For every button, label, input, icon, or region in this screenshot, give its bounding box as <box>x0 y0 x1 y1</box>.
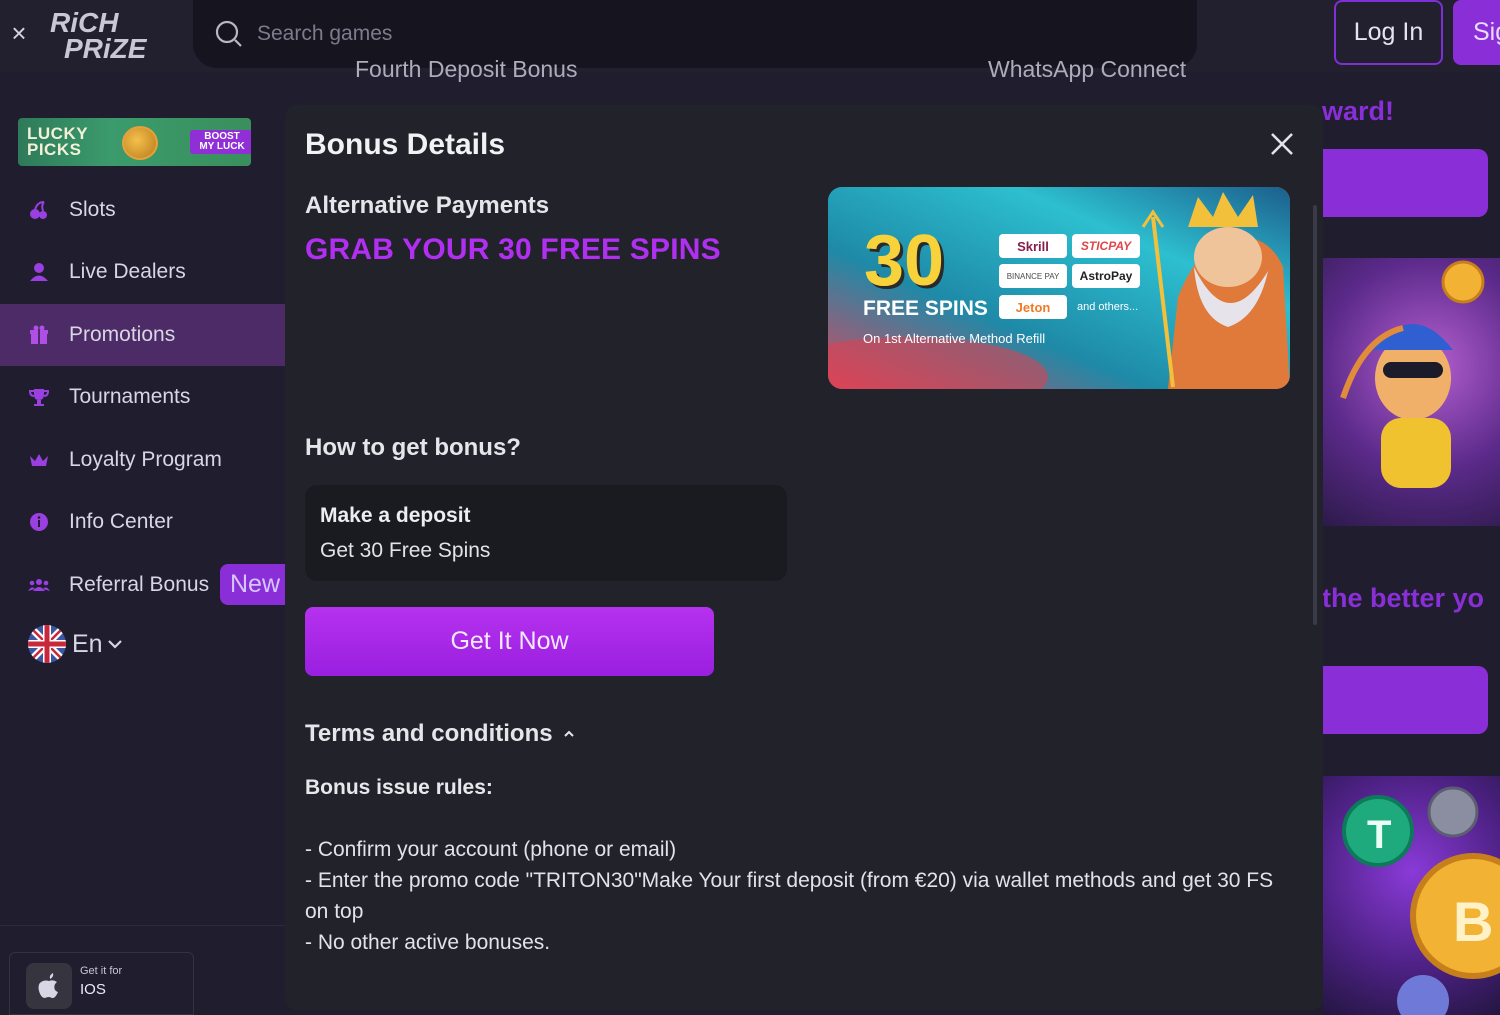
sidebar-item-label: Tournaments <box>69 385 191 408</box>
crypto-coins-illustration: T B <box>1342 786 1500 1015</box>
promo-card-heading: Fourth Deposit Bonus <box>355 56 578 82</box>
how-to-title: How to get bonus? <box>305 434 521 461</box>
apple-icon <box>26 963 72 1009</box>
rule-item: - No other active bonuses. <box>305 931 551 954</box>
search-placeholder: Search games <box>257 22 393 45</box>
bonus-banner-image: 30 FREE SPINS On 1st Alternative Method … <box>828 187 1290 389</box>
banner-free-spins: FREE SPINS <box>863 297 988 320</box>
search-icon <box>215 20 242 47</box>
cherries-icon <box>28 199 50 221</box>
get-it-now-button[interactable]: Get It Now <box>305 607 714 676</box>
banner-others: and others... <box>1077 301 1139 313</box>
uk-flag-icon <box>28 625 66 663</box>
bonus-details-modal: Bonus Details Alternative Payments GRAB … <box>285 105 1323 1010</box>
sidebar-item-loyalty-program[interactable]: Loyalty Program <box>0 429 285 491</box>
login-button[interactable]: Log In <box>1334 0 1443 65</box>
terms-label: Terms and conditions <box>305 720 553 747</box>
modal-scrollbar[interactable] <box>1313 205 1317 625</box>
gift-icon <box>28 324 50 346</box>
step-title: Make a deposit <box>320 504 471 527</box>
rules-title: Bonus issue rules: <box>305 776 493 799</box>
sidebar-item-label: Live Dealers <box>69 260 186 283</box>
bonus-step-card: Make a deposit Get 30 Free Spins <box>305 485 787 581</box>
binance-pay-logo: BINANCE PAY <box>999 264 1067 288</box>
skrill-logo: Skrill <box>999 234 1067 258</box>
sidebar-item-info-center[interactable]: Info Center <box>0 491 285 553</box>
lucky-picks-title: LUCKY PICKS <box>27 124 89 159</box>
trophy-icon <box>28 386 50 408</box>
sidebar-item-promotions[interactable]: Promotions <box>0 304 285 366</box>
sidebar-item-label: Info Center <box>69 510 173 533</box>
rule-item: - Enter the promo code "TRITON30"Make Yo… <box>305 869 1274 923</box>
sidebar-item-label: Promotions <box>69 323 176 346</box>
new-badge: New <box>220 564 292 605</box>
sidebar: LUCKY PICKS BOOST MY LUCK Slots Live Dea… <box>0 72 285 1015</box>
sidebar-divider <box>0 925 285 926</box>
character-illustration <box>1340 260 1485 488</box>
svg-text:B: B <box>1453 890 1493 953</box>
ios-app-caption: Get it for <box>80 965 123 977</box>
promo-card-heading: WhatsApp Connect <box>988 56 1187 82</box>
info-icon <box>28 511 50 533</box>
sidebar-item-label: Slots <box>69 198 116 221</box>
chevron-up-icon <box>563 730 574 737</box>
language-label: En <box>72 629 103 658</box>
svg-text:PRiZE: PRiZE <box>64 33 148 62</box>
signup-button[interactable]: Sig <box>1453 0 1500 65</box>
sidebar-item-label: Loyalty Program <box>69 448 222 471</box>
close-icon[interactable] <box>1267 129 1297 159</box>
rich-prize-logo[interactable]: RiCH PRiZE <box>48 8 152 62</box>
banner-caption: On 1st Alternative Method Refill <box>863 331 1046 346</box>
sidebar-item-live-dealers[interactable]: Live Dealers <box>0 241 285 303</box>
promo-card-button[interactable] <box>1323 666 1488 734</box>
jeton-logo: Jeton <box>999 295 1067 319</box>
sidebar-item-label: Referral Bonus <box>69 573 210 596</box>
coin-icon <box>122 126 158 160</box>
language-selector[interactable]: En <box>28 625 123 663</box>
svg-text:T: T <box>1367 813 1391 857</box>
lucky-picks-banner[interactable]: LUCKY PICKS BOOST MY LUCK <box>18 118 251 166</box>
dealer-icon <box>28 261 50 283</box>
users-icon <box>28 574 50 596</box>
banner-number: 30 <box>864 221 945 301</box>
rule-item: - Confirm your account (phone or email) <box>305 838 677 861</box>
promo-card-text: the better yo <box>1322 583 1485 613</box>
bonus-headline: GRAB YOUR 30 FREE SPINS <box>305 233 721 266</box>
step-description: Get 30 Free Spins <box>320 539 491 562</box>
crown-icon <box>28 449 50 471</box>
promo-card-image: T B <box>1323 776 1500 1015</box>
sidebar-item-slots[interactable]: Slots <box>0 179 285 241</box>
ios-app-platform: IOS <box>80 981 106 998</box>
ios-app-download[interactable]: Get it for IOS <box>9 952 194 1015</box>
sidebar-item-tournaments[interactable]: Tournaments <box>0 366 285 428</box>
modal-title: Bonus Details <box>305 128 506 161</box>
bonus-subtitle: Alternative Payments <box>305 192 550 219</box>
chevron-down-icon <box>107 640 122 649</box>
promo-card-button[interactable] <box>1323 149 1488 217</box>
promo-card-image <box>1323 258 1500 526</box>
promo-card-text: ward! <box>1322 96 1395 126</box>
close-icon[interactable]: × <box>8 18 30 48</box>
boost-my-luck-badge: BOOST MY LUCK <box>190 130 251 154</box>
terms-toggle[interactable]: Terms and conditions <box>305 720 575 748</box>
astropay-logo: AstroPay <box>1072 264 1140 288</box>
sticpay-logo: STICPAY <box>1072 234 1140 258</box>
